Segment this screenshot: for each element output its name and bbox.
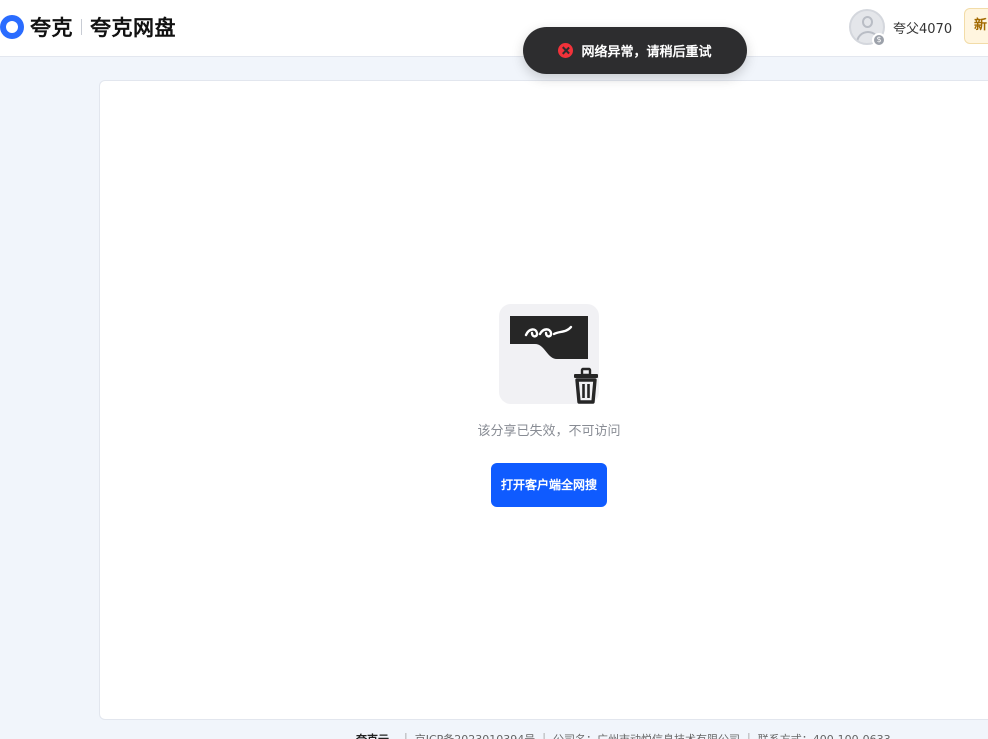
username[interactable]: 夸父4070 bbox=[893, 18, 952, 37]
footer: 夸克云 | 京ICP备2023010394号 | 公司名：广州市动悦信息技术有限… bbox=[356, 731, 988, 739]
footer-company: 公司名：广州市动悦信息技术有限公司 bbox=[553, 731, 740, 739]
footer-separator: | bbox=[746, 731, 751, 739]
footer-logo: 夸克云 bbox=[356, 731, 389, 739]
logo[interactable]: 夸克 夸克网盘 bbox=[0, 12, 176, 42]
toast-message: 网络异常，请稍后重试 bbox=[581, 45, 712, 60]
brand-divider bbox=[81, 19, 82, 35]
top-header: 夸克 夸克网盘 夸父4070 $ 新 bbox=[0, 0, 988, 57]
footer-icp-link[interactable]: 京ICP备2023010394号 bbox=[415, 731, 536, 739]
brand-name: 夸克 bbox=[30, 16, 73, 40]
vip-badge-icon: $ bbox=[872, 33, 886, 47]
error-toast: 网络异常，请稍后重试 bbox=[523, 27, 747, 74]
quark-logo-icon bbox=[0, 15, 24, 39]
empty-state-message: 该分享已失效，不可访问 bbox=[477, 424, 621, 439]
share-expired-illustration bbox=[499, 304, 599, 404]
avatar-head-icon bbox=[862, 16, 873, 28]
error-x-icon bbox=[558, 43, 574, 58]
footer-separator: | bbox=[404, 731, 408, 739]
new-feature-button[interactable]: 新 bbox=[964, 8, 988, 44]
product-name: 夸克网盘 bbox=[90, 16, 176, 40]
footer-separator: | bbox=[542, 731, 546, 739]
deleted-file-icon bbox=[510, 316, 598, 404]
open-client-button[interactable]: 打开客户端全网搜 bbox=[491, 463, 607, 507]
user-menu[interactable]: 夸父4070 bbox=[849, 8, 952, 46]
footer-contact: 联系方式：400-100-0633 bbox=[758, 731, 891, 739]
